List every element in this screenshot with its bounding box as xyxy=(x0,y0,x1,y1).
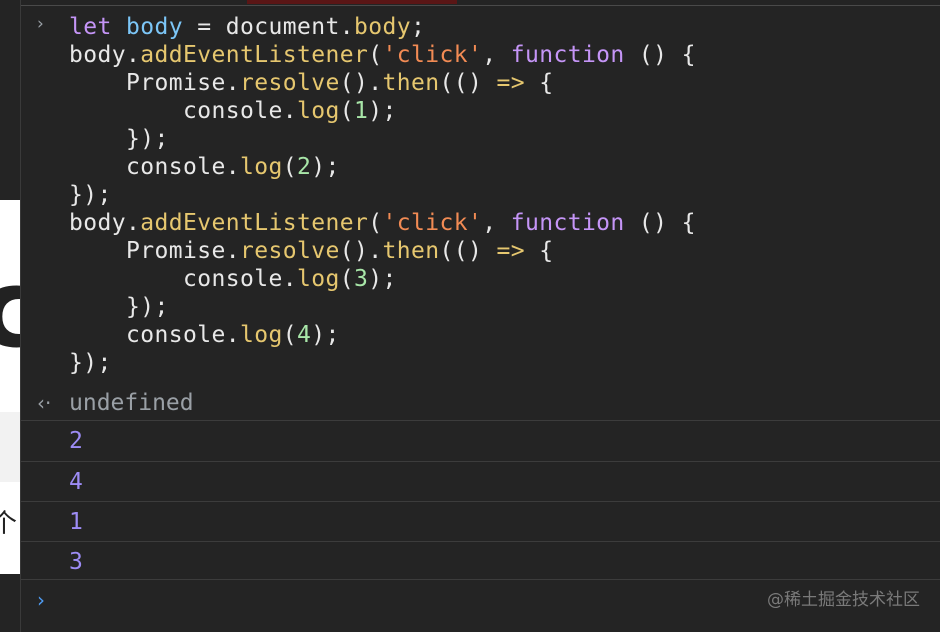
code-token: resolve xyxy=(239,70,340,96)
code-line: console.log(1); xyxy=(69,97,696,125)
code-token: () { xyxy=(624,210,696,236)
code-token: log xyxy=(296,266,340,292)
prompt-chevron-icon: › xyxy=(37,588,45,612)
code-line: Promise.resolve().then(() => { xyxy=(69,69,696,97)
code-token: }); xyxy=(69,294,169,320)
code-token: ( xyxy=(368,42,383,68)
code-token: }); xyxy=(69,350,112,376)
code-token: 1 xyxy=(353,98,369,124)
code-line: console.log(4); xyxy=(69,321,696,349)
code-token: }); xyxy=(69,182,112,208)
code-token: ( xyxy=(282,154,297,180)
code-token: 'click' xyxy=(382,210,483,236)
code-token: console. xyxy=(69,154,240,180)
code-token: (). xyxy=(339,70,383,96)
code-token: { xyxy=(524,70,554,96)
code-token: (). xyxy=(339,238,383,264)
code-token: ( xyxy=(339,266,354,292)
page-dark-band xyxy=(0,0,20,200)
code-line: }); xyxy=(69,293,696,321)
log-row[interactable]: 1 xyxy=(21,502,940,542)
code-token: addEventListener xyxy=(140,42,369,68)
code-token: ); xyxy=(368,98,397,124)
log-value: 2 xyxy=(69,428,83,454)
code-token: 2 xyxy=(296,154,312,180)
log-row[interactable]: 3 xyxy=(21,542,940,582)
log-row[interactable]: 4 xyxy=(21,462,940,502)
code-token: , xyxy=(482,42,511,68)
log-value: 3 xyxy=(69,549,83,575)
code-token: function xyxy=(510,210,625,236)
code-token: function xyxy=(510,42,625,68)
code-token: Promise. xyxy=(69,70,240,96)
console-input-entry[interactable]: › let body = document.body; body.addEvent… xyxy=(21,10,940,386)
code-token: ( xyxy=(282,322,297,348)
code-token: Promise. xyxy=(69,238,240,264)
console-top-border xyxy=(21,0,940,6)
code-token: resolve xyxy=(239,238,340,264)
devtools-console-panel: › let body = document.body; body.addEvent… xyxy=(20,0,940,632)
watermark: @稀土掘金技术社区 xyxy=(767,590,920,610)
code-line: body.addEventListener('click', function … xyxy=(69,41,696,69)
code-token: 3 xyxy=(353,266,369,292)
code-token: => xyxy=(496,70,525,96)
console-input-field[interactable] xyxy=(69,586,749,614)
code-token: body xyxy=(353,14,411,40)
code-token: let xyxy=(69,14,126,40)
code-token: log xyxy=(239,154,283,180)
log-value: 4 xyxy=(69,469,83,495)
code-line: }); xyxy=(69,181,696,209)
code-token: (() xyxy=(439,70,497,96)
page-grey-band xyxy=(0,412,20,482)
code-token: then xyxy=(382,238,440,264)
code-token: , xyxy=(482,210,511,236)
code-block: let body = document.body; body.addEventLi… xyxy=(69,13,696,377)
code-line: console.log(3); xyxy=(69,265,696,293)
page-lower-dark-band xyxy=(0,574,20,632)
screenshot-root: c 个 › let body = document.body;body.addE… xyxy=(0,0,940,632)
code-token: () { xyxy=(624,42,696,68)
code-token: (() xyxy=(439,238,497,264)
code-token: ); xyxy=(311,322,340,348)
code-token: 'click' xyxy=(382,42,483,68)
code-token: ); xyxy=(368,266,397,292)
code-token: ; xyxy=(410,14,426,40)
page-large-glyph: c xyxy=(0,256,20,364)
return-arrow-icon: ‹· xyxy=(37,391,52,415)
code-token: { xyxy=(524,238,554,264)
code-token: => xyxy=(496,238,525,264)
code-token: }); xyxy=(69,126,169,152)
code-token: console. xyxy=(69,266,297,292)
code-token: console. xyxy=(69,98,297,124)
code-token: addEventListener xyxy=(140,210,369,236)
previous-error-strip xyxy=(247,0,457,4)
code-token: body. xyxy=(69,210,141,236)
background-page-edge: c 个 xyxy=(0,0,20,632)
chevron-right-icon: › xyxy=(37,14,44,34)
code-token: log xyxy=(239,322,283,348)
code-token: ( xyxy=(339,98,354,124)
page-small-glyph: 个 xyxy=(0,509,18,539)
code-line: body.addEventListener('click', function … xyxy=(69,209,696,237)
log-row[interactable]: 2 xyxy=(21,421,940,461)
code-token: ( xyxy=(368,210,383,236)
log-value: 1 xyxy=(69,509,83,535)
code-token: then xyxy=(382,70,440,96)
code-token: = document. xyxy=(183,14,354,40)
code-line: console.log(2); xyxy=(69,153,696,181)
code-token: body xyxy=(126,14,183,40)
code-line: Promise.resolve().then(() => { xyxy=(69,237,696,265)
code-token: body. xyxy=(69,42,141,68)
code-token: log xyxy=(296,98,340,124)
code-line: }); xyxy=(69,125,696,153)
code-token: 4 xyxy=(296,322,312,348)
code-line: }); xyxy=(69,349,696,377)
code-token: ); xyxy=(311,154,340,180)
code-token: console. xyxy=(69,322,240,348)
result-value: undefined xyxy=(69,390,194,416)
console-result-entry[interactable]: ‹· undefined xyxy=(21,386,940,420)
code-line: let body = document.body; xyxy=(69,13,696,41)
